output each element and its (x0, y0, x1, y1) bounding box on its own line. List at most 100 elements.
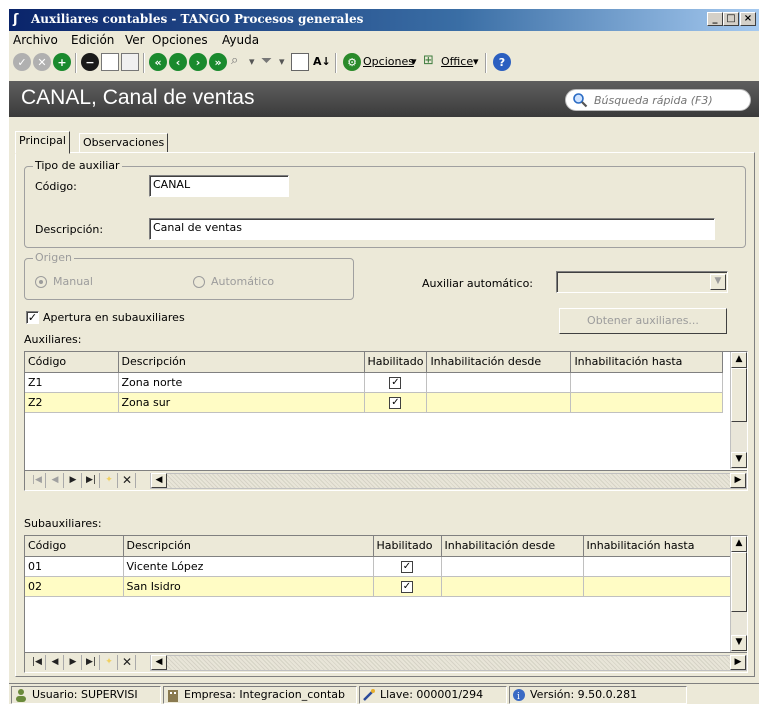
quick-search[interactable] (565, 89, 751, 111)
codigo-field[interactable]: CANAL (149, 175, 289, 197)
vertical-scrollbar[interactable]: ▲ ▼ (730, 536, 747, 652)
menu-ayuda[interactable]: Ayuda (222, 33, 259, 47)
edit-document-icon[interactable] (101, 53, 119, 71)
dropdown-arrow-icon[interactable]: ▾ (411, 55, 417, 68)
menu-archivo[interactable]: Archivo (13, 33, 58, 47)
auxiliar-automatico-select[interactable]: ▼ (556, 271, 728, 293)
tab-principal[interactable]: Principal (15, 131, 70, 154)
cell-habilitado[interactable]: ✓ (373, 576, 442, 597)
cell-codigo[interactable]: Z1 (25, 372, 119, 393)
scroll-down-icon[interactable]: ▼ (731, 452, 747, 468)
cell-habilitado[interactable]: ✓ (373, 556, 442, 577)
nav-last-icon[interactable]: ▶| (83, 655, 100, 670)
habilitado-checkbox[interactable]: ✓ (389, 397, 402, 409)
cell-hasta[interactable] (583, 576, 731, 597)
column-header[interactable]: Inhabilitación desde (441, 536, 584, 557)
nav-first-icon[interactable]: |◀ (29, 473, 46, 488)
refresh-icon[interactable] (121, 53, 139, 71)
scroll-right-icon[interactable]: ▶ (730, 473, 746, 488)
cell-desde[interactable] (426, 392, 572, 413)
column-header[interactable]: Código (25, 536, 124, 557)
nav-prev-icon[interactable]: ◀ (47, 473, 64, 488)
nav-insert-icon[interactable]: ✦ (101, 655, 118, 670)
menu-opciones[interactable]: Opciones (152, 33, 208, 47)
cell-descripcion[interactable]: Zona sur (118, 392, 365, 413)
cell-codigo[interactable]: 01 (25, 556, 124, 577)
office-button[interactable]: Office (441, 55, 473, 68)
habilitado-checkbox[interactable]: ✓ (401, 561, 413, 573)
column-header[interactable]: Inhabilitación desde (426, 352, 572, 373)
automatico-radio[interactable] (193, 276, 205, 288)
scroll-up-icon[interactable]: ▲ (731, 536, 747, 552)
filter-icon[interactable]: ⏷ (261, 53, 279, 71)
add-icon[interactable]: + (53, 53, 71, 71)
cell-codigo[interactable]: 02 (25, 576, 124, 597)
scroll-left-icon[interactable]: ◀ (151, 473, 167, 488)
scroll-down-icon[interactable]: ▼ (731, 635, 747, 651)
column-header[interactable]: Habilitado (373, 536, 442, 557)
column-header[interactable]: Código (25, 352, 119, 373)
vertical-scrollbar[interactable]: ▲ ▼ (730, 352, 747, 469)
tab-observaciones[interactable]: Observaciones (79, 133, 169, 153)
column-header[interactable]: Inhabilitación hasta (583, 536, 731, 557)
cell-descripcion[interactable]: Vicente López (123, 556, 374, 577)
cell-hasta[interactable] (583, 556, 731, 577)
table-row[interactable]: Z1 Zona norte ✓ (25, 372, 724, 393)
sort-az-icon[interactable]: A↓ (313, 55, 331, 68)
opciones-button[interactable]: Opciones (363, 55, 414, 68)
next-record-icon[interactable]: › (189, 53, 207, 71)
horizontal-scrollbar[interactable]: ◀ ▶ (150, 655, 747, 671)
column-header[interactable]: Inhabilitación hasta (570, 352, 724, 373)
menu-ver[interactable]: Ver (125, 33, 145, 47)
cell-desde[interactable] (441, 556, 584, 577)
chevron-down-icon[interactable]: ▼ (710, 274, 726, 290)
column-header[interactable]: Descripción (118, 352, 365, 373)
table-row[interactable]: Z2 Zona sur ✓ (25, 392, 724, 413)
dropdown-arrow-icon[interactable]: ▾ (473, 55, 479, 68)
descripcion-field[interactable]: Canal de ventas (149, 218, 715, 240)
nav-next-icon[interactable]: ▶ (65, 473, 82, 488)
cell-habilitado[interactable]: ✓ (364, 372, 428, 393)
search-input[interactable] (592, 92, 742, 108)
cell-hasta[interactable] (570, 372, 724, 393)
nav-last-icon[interactable]: ▶| (83, 473, 100, 488)
habilitado-checkbox[interactable]: ✓ (389, 377, 402, 389)
cancel-icon[interactable]: ✕ (33, 53, 51, 71)
help-icon[interactable]: ? (493, 53, 511, 71)
binoculars-icon[interactable]: ⌕ (231, 53, 249, 71)
scroll-left-icon[interactable]: ◀ (151, 655, 167, 670)
manual-radio[interactable] (35, 276, 47, 288)
accept-icon[interactable]: ✓ (13, 53, 31, 71)
minimize-button[interactable]: _ (707, 12, 723, 26)
first-record-icon[interactable]: « (149, 53, 167, 71)
menu-edicion[interactable]: Edición (71, 33, 114, 47)
nav-next-icon[interactable]: ▶ (65, 655, 82, 670)
nav-delete-icon[interactable]: ✕ (119, 655, 136, 670)
nav-delete-icon[interactable]: ✕ (119, 473, 136, 488)
habilitado-checkbox[interactable]: ✓ (401, 581, 413, 593)
scroll-thumb[interactable] (731, 368, 747, 422)
scroll-thumb[interactable] (731, 552, 747, 612)
title-bar[interactable]: ʃ Auxiliares contables - TANGO Procesos … (9, 9, 759, 31)
cell-hasta[interactable] (570, 392, 724, 413)
cell-descripcion[interactable]: Zona norte (118, 372, 365, 393)
previous-record-icon[interactable]: ‹ (169, 53, 187, 71)
nav-insert-icon[interactable]: ✦ (101, 473, 118, 488)
close-button[interactable]: × (740, 12, 756, 26)
table-row[interactable]: 01 Vicente López ✓ (25, 556, 731, 577)
cell-codigo[interactable]: Z2 (25, 392, 119, 413)
scroll-right-icon[interactable]: ▶ (730, 655, 746, 670)
cell-descripcion[interactable]: San Isidro (123, 576, 374, 597)
scroll-up-icon[interactable]: ▲ (731, 352, 747, 368)
cell-desde[interactable] (426, 372, 572, 393)
dropdown-arrow-icon[interactable]: ▾ (249, 55, 255, 68)
cell-desde[interactable] (441, 576, 584, 597)
dropdown-arrow-icon[interactable]: ▾ (279, 55, 285, 68)
nav-first-icon[interactable]: |◀ (29, 655, 46, 670)
obtener-auxiliares-button[interactable]: Obtener auxiliares... (559, 308, 727, 334)
columns-icon[interactable] (291, 53, 309, 71)
table-row[interactable]: 02 San Isidro ✓ (25, 576, 731, 597)
maximize-button[interactable]: □ (723, 12, 739, 26)
cell-habilitado[interactable]: ✓ (364, 392, 428, 413)
last-record-icon[interactable]: » (209, 53, 227, 71)
